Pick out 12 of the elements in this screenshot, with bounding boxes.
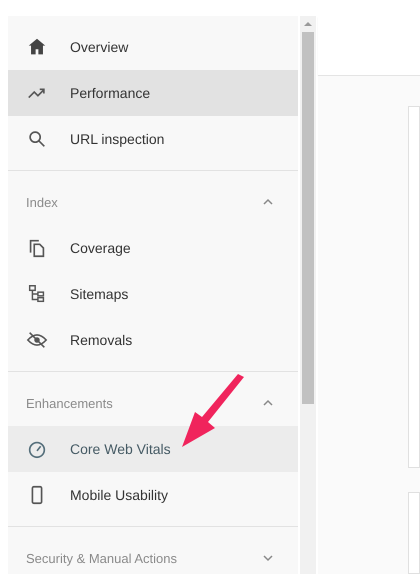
sidebar-item[interactable]: Performance (8, 70, 298, 116)
scroll-up-icon[interactable] (303, 20, 313, 28)
sidebar-item[interactable]: Core Web Vitals (8, 426, 298, 472)
sidebar-item[interactable]: Sitemaps (8, 271, 298, 317)
scrollbar[interactable] (300, 16, 316, 574)
hidden-eye-icon (26, 329, 48, 351)
sidebar-item[interactable]: Removals (8, 317, 298, 363)
sidebar-item[interactable]: Mobile Usability (8, 472, 298, 518)
sidebar-item[interactable]: URL inspection (8, 116, 298, 162)
sidebar-item[interactable]: Overview (8, 24, 298, 70)
scrollbar-thumb[interactable] (302, 32, 314, 404)
sidebar-item[interactable]: Coverage (8, 225, 298, 271)
